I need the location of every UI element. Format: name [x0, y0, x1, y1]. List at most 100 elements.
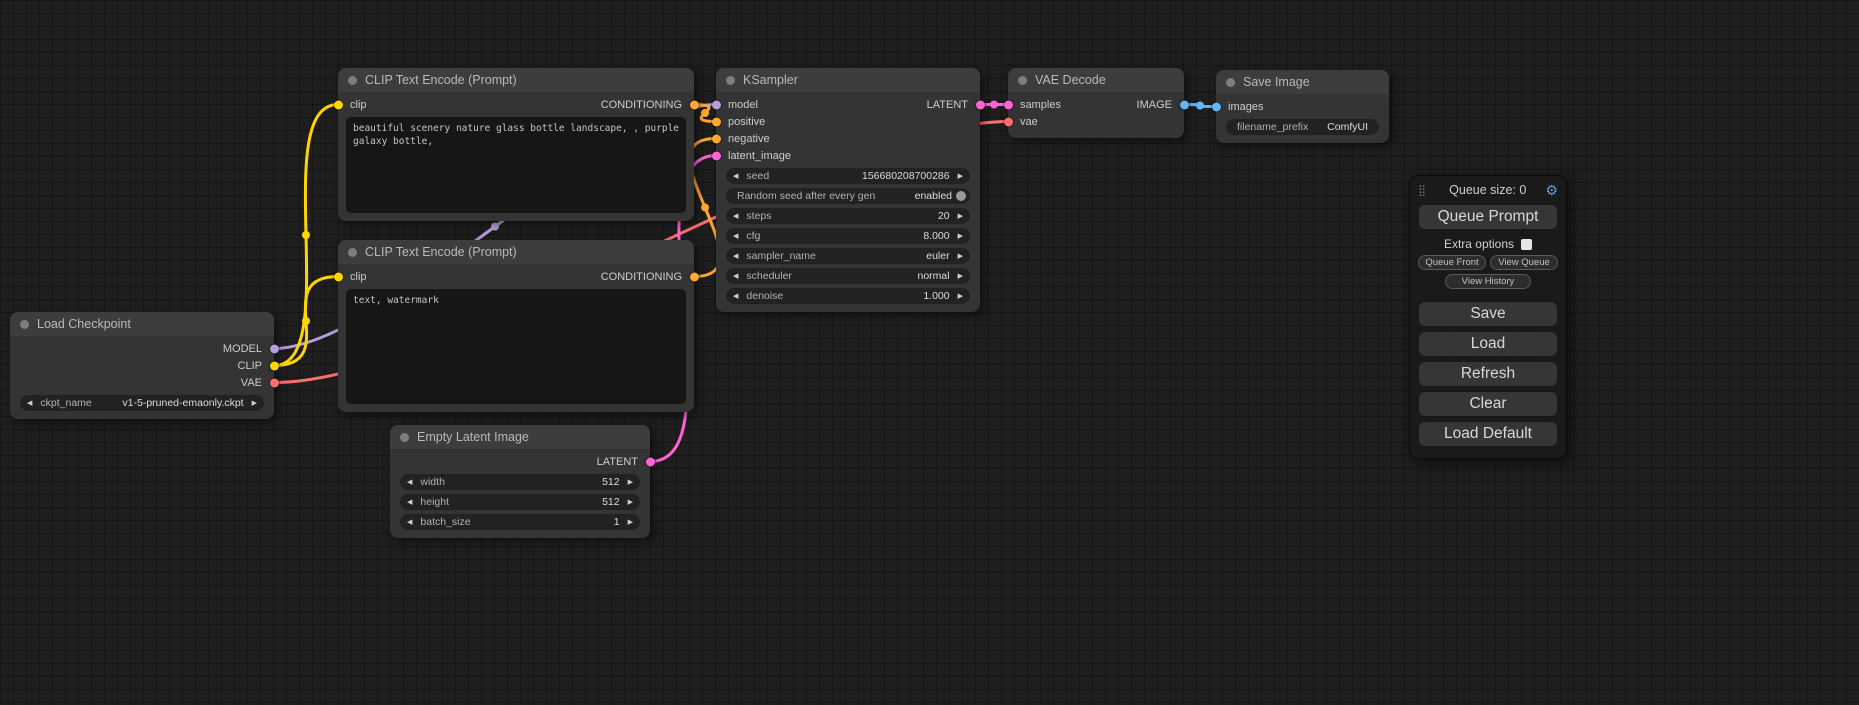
next-value-arrow-icon[interactable]: ▶ [958, 273, 963, 280]
widget-width[interactable]: ◀ width 512 ▶ [400, 474, 640, 490]
node-clip-text-encode-negative[interactable]: CLIP Text Encode (Prompt) clip CONDITION… [338, 240, 694, 412]
view-queue-button[interactable]: View Queue [1490, 255, 1558, 270]
model-input-dot[interactable] [712, 100, 721, 109]
node-title-bar[interactable]: CLIP Text Encode (Prompt) [338, 240, 694, 264]
next-value-arrow-icon[interactable]: ▶ [628, 519, 633, 526]
slot-label: model [728, 99, 758, 111]
widget-name: cfg [746, 230, 760, 242]
queue-size-label: Queue size: 0 [1434, 183, 1541, 197]
widget-ckpt-name[interactable]: ◀ ckpt_name v1-5-pruned-emaonly.ckpt ▶ [20, 395, 264, 411]
settings-gear-icon[interactable]: ⚙ [1545, 183, 1558, 197]
prev-value-arrow-icon[interactable]: ◀ [27, 400, 32, 407]
clip-output-dot[interactable] [270, 361, 279, 370]
clip-input-dot[interactable] [334, 272, 343, 281]
widget-height[interactable]: ◀ height 512 ▶ [400, 494, 640, 510]
clip-input-dot[interactable] [334, 100, 343, 109]
prev-value-arrow-icon[interactable]: ◀ [733, 213, 738, 220]
slot-row-latent-image: latent_image [716, 147, 980, 164]
conditioning-output-dot[interactable] [690, 100, 699, 109]
extra-options-row: Extra options [1418, 237, 1558, 251]
next-value-arrow-icon[interactable]: ▶ [628, 479, 633, 486]
widget-name: filename_prefix [1237, 121, 1308, 133]
conditioning-output-dot[interactable] [690, 272, 699, 281]
next-value-arrow-icon[interactable]: ▶ [628, 499, 633, 506]
images-input-dot[interactable] [1212, 102, 1221, 111]
node-load-checkpoint[interactable]: Load Checkpoint MODEL CLIP VAE ◀ ckpt_na… [10, 312, 274, 419]
latent-image-input-dot[interactable] [712, 151, 721, 160]
node-title-bar[interactable]: VAE Decode [1008, 68, 1184, 92]
node-title-bar[interactable]: Save Image [1216, 70, 1389, 94]
node-clip-text-encode-positive[interactable]: CLIP Text Encode (Prompt) clip CONDITION… [338, 68, 694, 221]
positive-input-dot[interactable] [712, 117, 721, 126]
widget-denoise[interactable]: ◀ denoise 1.000 ▶ [726, 288, 970, 304]
slot-row: clip CONDITIONING [338, 268, 694, 285]
slot-label: negative [728, 133, 770, 145]
prev-value-arrow-icon[interactable]: ◀ [407, 479, 412, 486]
prev-value-arrow-icon[interactable]: ◀ [407, 519, 412, 526]
widget-filename-prefix[interactable]: filename_prefix ComfyUI [1226, 119, 1379, 135]
node-title: Load Checkpoint [37, 317, 131, 331]
node-save-image[interactable]: Save Image images filename_prefix ComfyU… [1216, 70, 1389, 143]
prev-value-arrow-icon[interactable]: ◀ [733, 293, 738, 300]
toggle-knob-icon[interactable] [956, 191, 966, 201]
node-title-bar[interactable]: CLIP Text Encode (Prompt) [338, 68, 694, 92]
latent-output-dot[interactable] [646, 457, 655, 466]
image-output-dot[interactable] [1180, 100, 1189, 109]
slot-row-samples: samples IMAGE [1008, 96, 1184, 113]
samples-input-dot[interactable] [1004, 100, 1013, 109]
next-value-arrow-icon[interactable]: ▶ [958, 253, 963, 260]
widget-value: ComfyUI [1327, 121, 1368, 133]
node-title-bar[interactable]: Empty Latent Image [390, 425, 650, 449]
model-output-dot[interactable] [270, 344, 279, 353]
prev-value-arrow-icon[interactable]: ◀ [733, 273, 738, 280]
vae-input-dot[interactable] [1004, 117, 1013, 126]
vae-output-dot[interactable] [270, 378, 279, 387]
output-slot-latent: LATENT [390, 453, 650, 470]
widget-steps[interactable]: ◀ steps 20 ▶ [726, 208, 970, 224]
next-value-arrow-icon[interactable]: ▶ [958, 293, 963, 300]
widget-cfg[interactable]: ◀ cfg 8.000 ▶ [726, 228, 970, 244]
slot-row-vae: vae [1008, 113, 1184, 130]
prompt-textarea[interactable]: text, watermark [346, 289, 686, 404]
widget-batch-size[interactable]: ◀ batch_size 1 ▶ [400, 514, 640, 530]
next-value-arrow-icon[interactable]: ▶ [252, 400, 257, 407]
prev-value-arrow-icon[interactable]: ◀ [733, 173, 738, 180]
view-history-button[interactable]: View History [1445, 274, 1532, 289]
clear-button[interactable]: Clear [1418, 391, 1558, 417]
widget-value: enabled [915, 190, 952, 202]
node-title: VAE Decode [1035, 73, 1106, 87]
widget-value: 156680208700286 [862, 170, 950, 182]
refresh-button[interactable]: Refresh [1418, 361, 1558, 387]
drag-handle-icon[interactable]: ⣿ [1418, 184, 1426, 197]
extra-options-checkbox[interactable] [1521, 239, 1532, 250]
load-button[interactable]: Load [1418, 331, 1558, 357]
next-value-arrow-icon[interactable]: ▶ [958, 173, 963, 180]
node-graph-canvas[interactable]: Load Checkpoint MODEL CLIP VAE ◀ ckpt_na… [0, 0, 1859, 705]
link-midpoint-dot [701, 204, 709, 212]
negative-input-dot[interactable] [712, 134, 721, 143]
widget-sampler-name[interactable]: ◀ sampler_name euler ▶ [726, 248, 970, 264]
widget-value: 20 [938, 210, 950, 222]
load-default-button[interactable]: Load Default [1418, 421, 1558, 447]
widget-seed[interactable]: ◀ seed 156680208700286 ▶ [726, 168, 970, 184]
prev-value-arrow-icon[interactable]: ◀ [733, 233, 738, 240]
node-title-bar[interactable]: Load Checkpoint [10, 312, 274, 336]
widget-scheduler[interactable]: ◀ scheduler normal ▶ [726, 268, 970, 284]
node-vae-decode[interactable]: VAE Decode samples IMAGE vae [1008, 68, 1184, 138]
node-empty-latent-image[interactable]: Empty Latent Image LATENT ◀ width 512 ▶ … [390, 425, 650, 538]
widget-seed-control[interactable]: Random seed after every gen enabled [726, 188, 970, 204]
queue-prompt-button[interactable]: Queue Prompt [1418, 204, 1558, 230]
prev-value-arrow-icon[interactable]: ◀ [407, 499, 412, 506]
save-button[interactable]: Save [1418, 301, 1558, 327]
next-value-arrow-icon[interactable]: ▶ [958, 233, 963, 240]
widget-value: 512 [602, 496, 620, 508]
output-slot-clip: CLIP [10, 357, 274, 374]
node-ksampler[interactable]: KSampler model LATENT positive negative … [716, 68, 980, 312]
queue-front-button[interactable]: Queue Front [1418, 255, 1486, 270]
slot-label: vae [1020, 116, 1038, 128]
latent-output-dot[interactable] [976, 100, 985, 109]
prompt-textarea[interactable]: beautiful scenery nature glass bottle la… [346, 117, 686, 213]
prev-value-arrow-icon[interactable]: ◀ [733, 253, 738, 260]
next-value-arrow-icon[interactable]: ▶ [958, 213, 963, 220]
node-title-bar[interactable]: KSampler [716, 68, 980, 92]
